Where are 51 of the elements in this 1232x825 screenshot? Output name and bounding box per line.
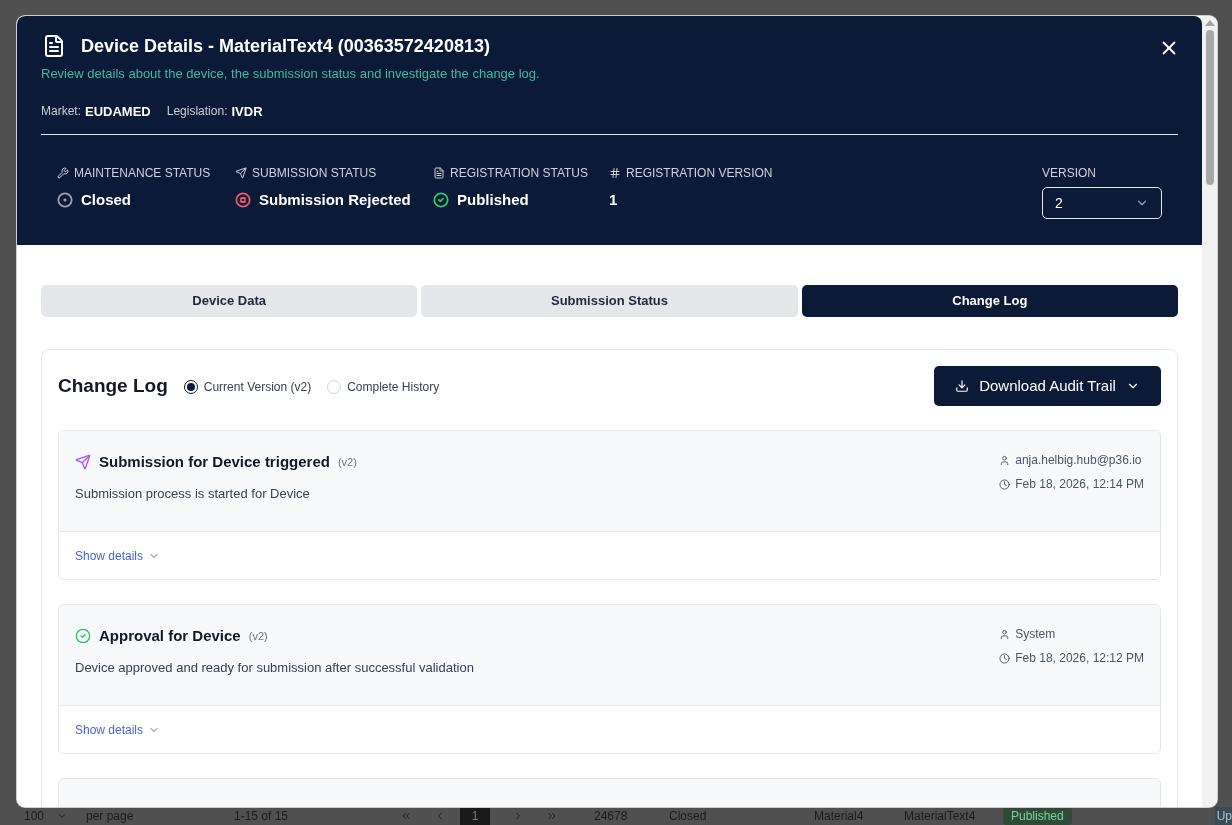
last-page-icon[interactable] <box>546 810 558 822</box>
check-circle-icon <box>75 628 91 645</box>
status-label: SUBMISSION STATUS <box>252 165 377 182</box>
table-cell: Up <box>1214 807 1232 825</box>
tab[interactable]: Submission Status <box>421 285 798 317</box>
entry-time: Feb 18, 2026, 12:14 PM <box>1015 476 1144 493</box>
download-audit-trail-button[interactable]: Download Audit Trail <box>934 366 1161 406</box>
status-label: MAINTENANCE STATUS <box>74 165 211 182</box>
meta-label: Market: <box>41 102 81 120</box>
document-icon <box>42 34 66 58</box>
send-icon <box>75 454 91 471</box>
radio-label: Complete History <box>347 379 440 396</box>
status-value: Submission Rejected <box>259 190 411 210</box>
tab[interactable]: Change Log <box>801 285 1178 317</box>
document-icon <box>433 167 445 179</box>
status-label: REGISTRATION STATUS <box>450 165 588 182</box>
entry-version: (v2) <box>337 455 357 470</box>
entry-title: Submission for Device triggered <box>99 452 330 472</box>
entry-description: Submission process is started for Device <box>75 484 311 503</box>
entry-description: Device approved and ready for submission after successful validation <box>75 658 475 677</box>
dialog-subtitle: Review details about the device, the submission status and investigate the change log. <box>41 65 541 83</box>
user-icon <box>999 454 1011 466</box>
show-details-link[interactable]: Show details <box>75 720 161 739</box>
clock-icon <box>999 478 1011 490</box>
show-details-link[interactable]: Show details <box>75 546 161 565</box>
send-icon <box>235 167 247 179</box>
download-icon <box>955 379 970 393</box>
status-label: REGISTRATION VERSION <box>626 165 773 182</box>
entry-version: (v2) <box>248 629 268 644</box>
clock-icon <box>999 652 1011 664</box>
meta-value: EUDAMED <box>85 102 151 121</box>
dialog-title: Device Details - MaterialText4 (00363572420813) <box>81 34 490 58</box>
radio-label: Current Version (v2) <box>203 379 312 396</box>
status-value: Closed <box>81 190 131 210</box>
meta-label: Legislation: <box>166 102 228 120</box>
version-label: VERSION <box>1042 165 1097 182</box>
status-value: 1 <box>609 190 618 210</box>
status-value: Published <box>457 190 529 210</box>
scrollbar[interactable] <box>1202 16 1217 807</box>
entry-title: Approval for Device <box>99 626 241 646</box>
tab[interactable]: Device Data <box>41 285 418 317</box>
entry-user: anja.helbig.hub@p36.io <box>1015 452 1142 469</box>
wrench-icon <box>57 167 69 179</box>
entry-time: Feb 18, 2026, 12:12 PM <box>1015 650 1144 667</box>
user-icon <box>999 628 1011 640</box>
meta-value: IVDR <box>231 102 263 121</box>
entry-user: System <box>1015 626 1056 643</box>
section-title: Change Log <box>58 373 168 398</box>
hash-icon <box>609 167 621 179</box>
version-select[interactable]: 2 <box>1042 187 1162 219</box>
first-page-icon[interactable] <box>400 810 412 822</box>
